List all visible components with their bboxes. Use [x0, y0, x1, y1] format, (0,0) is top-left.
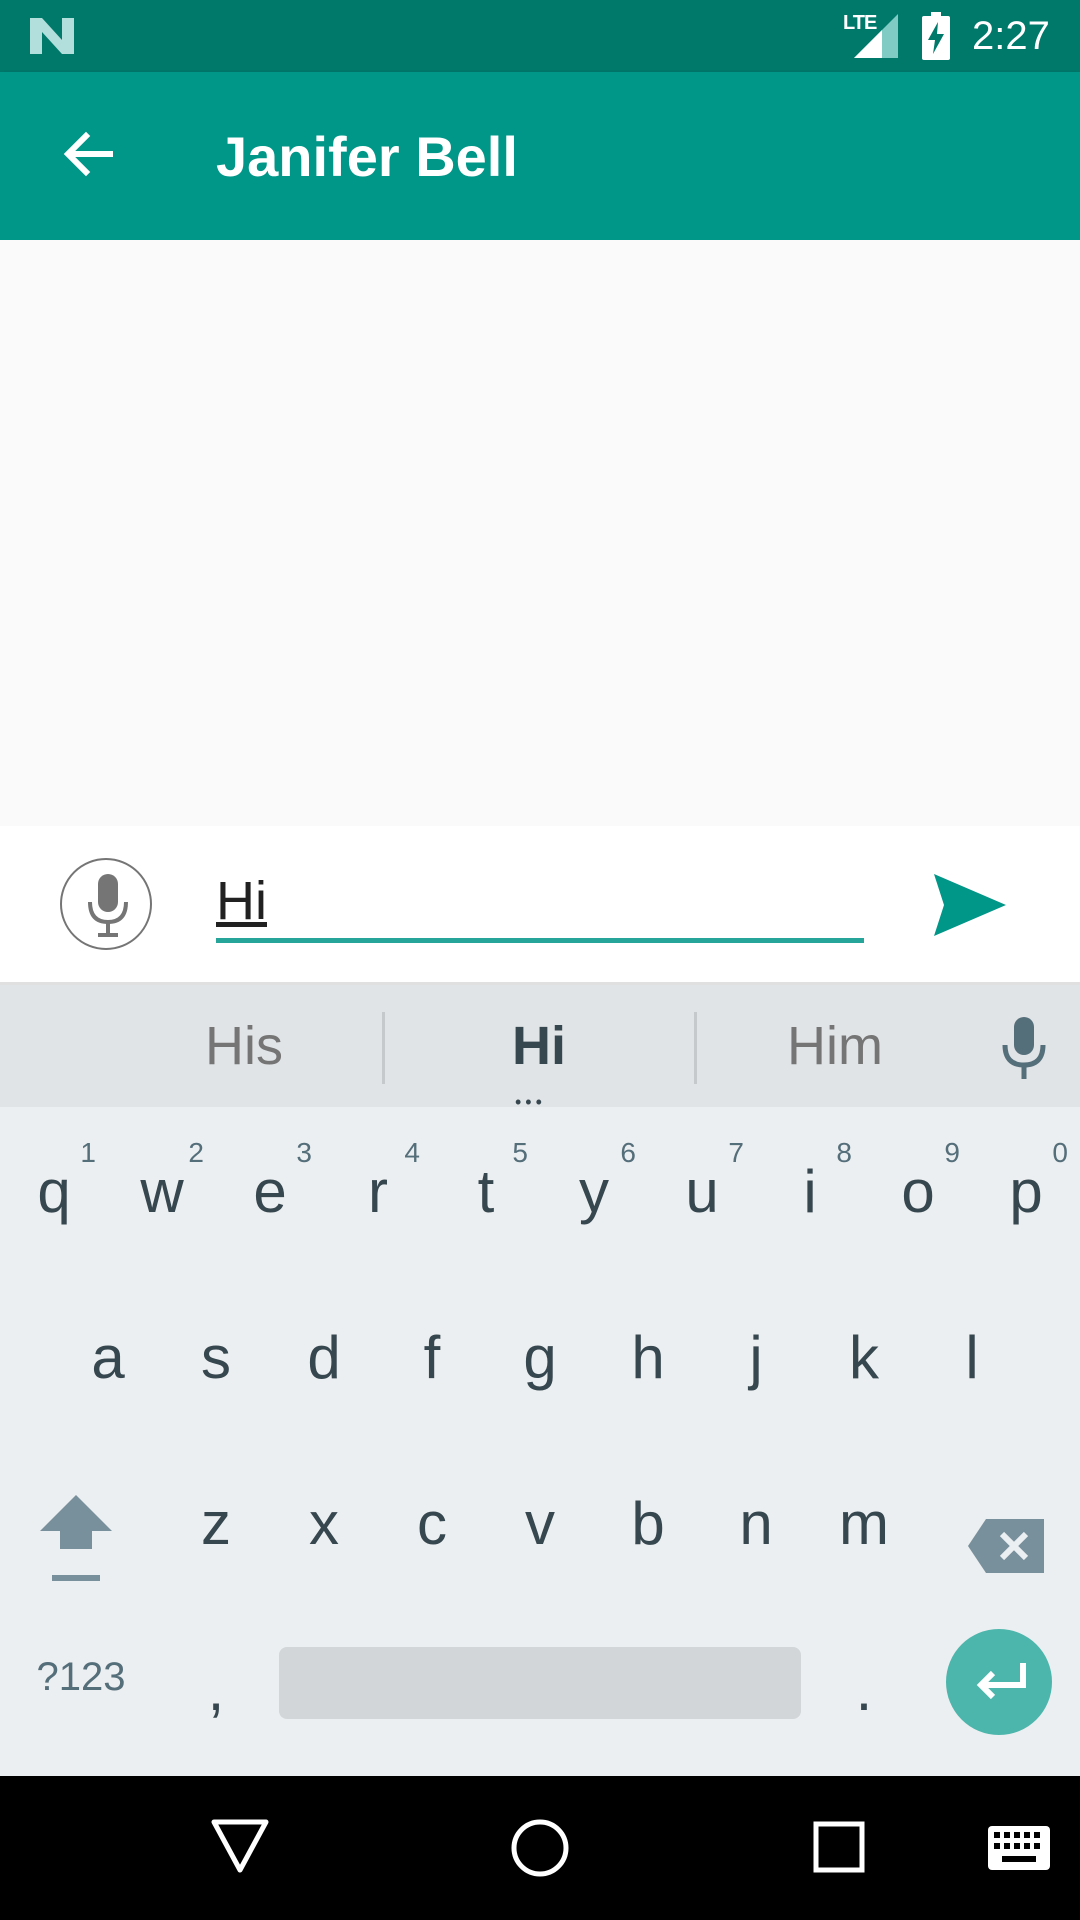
- shift-icon: [40, 1495, 112, 1581]
- clock: 2:27: [972, 14, 1050, 58]
- android-n-icon: [30, 18, 74, 54]
- key-s[interactable]: s: [162, 1273, 270, 1433]
- key-period[interactable]: .: [810, 1605, 918, 1765]
- divider: [382, 1012, 385, 1084]
- home-nav-icon[interactable]: [510, 1818, 570, 1878]
- key-m[interactable]: m: [810, 1439, 918, 1599]
- conversation-title: Janifer Bell: [216, 125, 518, 188]
- enter-key[interactable]: [946, 1629, 1052, 1735]
- key-q[interactable]: 1q: [0, 1107, 108, 1267]
- key-b[interactable]: b: [594, 1439, 702, 1599]
- key-g[interactable]: g: [486, 1273, 594, 1433]
- status-bar: LTE 2:27: [0, 0, 1080, 72]
- message-list[interactable]: [0, 240, 1080, 826]
- space-key[interactable]: [279, 1647, 801, 1719]
- key-comma[interactable]: ,: [162, 1605, 270, 1765]
- key-d[interactable]: d: [270, 1273, 378, 1433]
- message-composer: [0, 826, 1080, 985]
- key-p[interactable]: 0p: [972, 1107, 1080, 1267]
- key-u[interactable]: 7u: [648, 1107, 756, 1267]
- navigation-bar: [0, 1776, 1080, 1920]
- battery-charging-icon: [922, 12, 950, 60]
- key-t[interactable]: 5t: [432, 1107, 540, 1267]
- back-nav-icon[interactable]: [210, 1816, 270, 1876]
- signal-icon: [854, 14, 898, 58]
- key-x[interactable]: x: [270, 1439, 378, 1599]
- key-n[interactable]: n: [702, 1439, 810, 1599]
- suggestion-strip: His Hi ••• Him: [0, 985, 1080, 1112]
- suggestion-left[interactable]: His: [124, 1015, 364, 1077]
- back-arrow-icon[interactable]: [44, 114, 128, 198]
- key-h[interactable]: h: [594, 1273, 702, 1433]
- soft-keyboard: His Hi ••• Him 1q 2w 3e 4r 5t 6y 7u 8i 9…: [0, 985, 1080, 1776]
- key-a[interactable]: a: [54, 1273, 162, 1433]
- key-e[interactable]: 3e: [216, 1107, 324, 1267]
- suggestion-center[interactable]: Hi: [419, 1015, 659, 1077]
- voice-input-button[interactable]: [60, 858, 152, 950]
- message-input[interactable]: [216, 866, 864, 936]
- key-k[interactable]: k: [810, 1273, 918, 1433]
- key-j[interactable]: j: [702, 1273, 810, 1433]
- key-c[interactable]: c: [378, 1439, 486, 1599]
- key-r[interactable]: 4r: [324, 1107, 432, 1267]
- key-y[interactable]: 6y: [540, 1107, 648, 1267]
- app-bar: Janifer Bell: [0, 72, 1080, 240]
- key-f[interactable]: f: [378, 1273, 486, 1433]
- key-z[interactable]: z: [162, 1439, 270, 1599]
- keyboard-switch-icon[interactable]: [988, 1826, 1050, 1870]
- key-v[interactable]: v: [486, 1439, 594, 1599]
- microphone-icon: [88, 874, 128, 937]
- enter-icon: [976, 1663, 1026, 1700]
- key-o[interactable]: 9o: [864, 1107, 972, 1267]
- send-icon[interactable]: [930, 870, 1010, 940]
- backspace-icon: [968, 1519, 1044, 1573]
- backspace-key[interactable]: [948, 1439, 1080, 1599]
- suggestion-right[interactable]: Him: [715, 1015, 955, 1077]
- key-w[interactable]: 2w: [108, 1107, 216, 1267]
- key-i[interactable]: 8i: [756, 1107, 864, 1267]
- keyboard-mic-icon[interactable]: [1000, 1017, 1048, 1081]
- shift-key[interactable]: [0, 1439, 150, 1599]
- recents-nav-icon[interactable]: [812, 1820, 866, 1874]
- key-l[interactable]: l: [918, 1273, 1026, 1433]
- symbols-key[interactable]: ?123: [0, 1605, 162, 1765]
- message-field[interactable]: [216, 866, 864, 943]
- divider: [694, 1012, 697, 1084]
